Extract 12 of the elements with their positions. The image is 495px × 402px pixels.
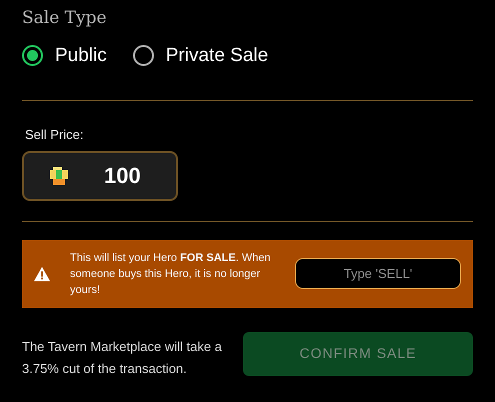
radio-button[interactable]	[22, 45, 43, 66]
radio-option[interactable]: Public	[22, 42, 107, 70]
gem-icon	[50, 166, 68, 184]
radio-option[interactable]: Private Sale	[132, 42, 268, 70]
warning-icon	[34, 266, 50, 282]
section-title: Sale Type	[22, 7, 107, 30]
field-label: Sell Price:	[25, 126, 84, 144]
fee-note: The Tavern Marketplace will take a 3.75% cut of the transaction.	[22, 338, 222, 378]
confirm-input[interactable]: Type 'SELL'	[295, 258, 461, 289]
warning-message: This will list your Hero FOR SALE. When someone buys this Hero, it is no longer yours!	[70, 250, 272, 298]
price-field[interactable]: 100	[22, 150, 178, 200]
radio-button[interactable]	[132, 45, 154, 66]
